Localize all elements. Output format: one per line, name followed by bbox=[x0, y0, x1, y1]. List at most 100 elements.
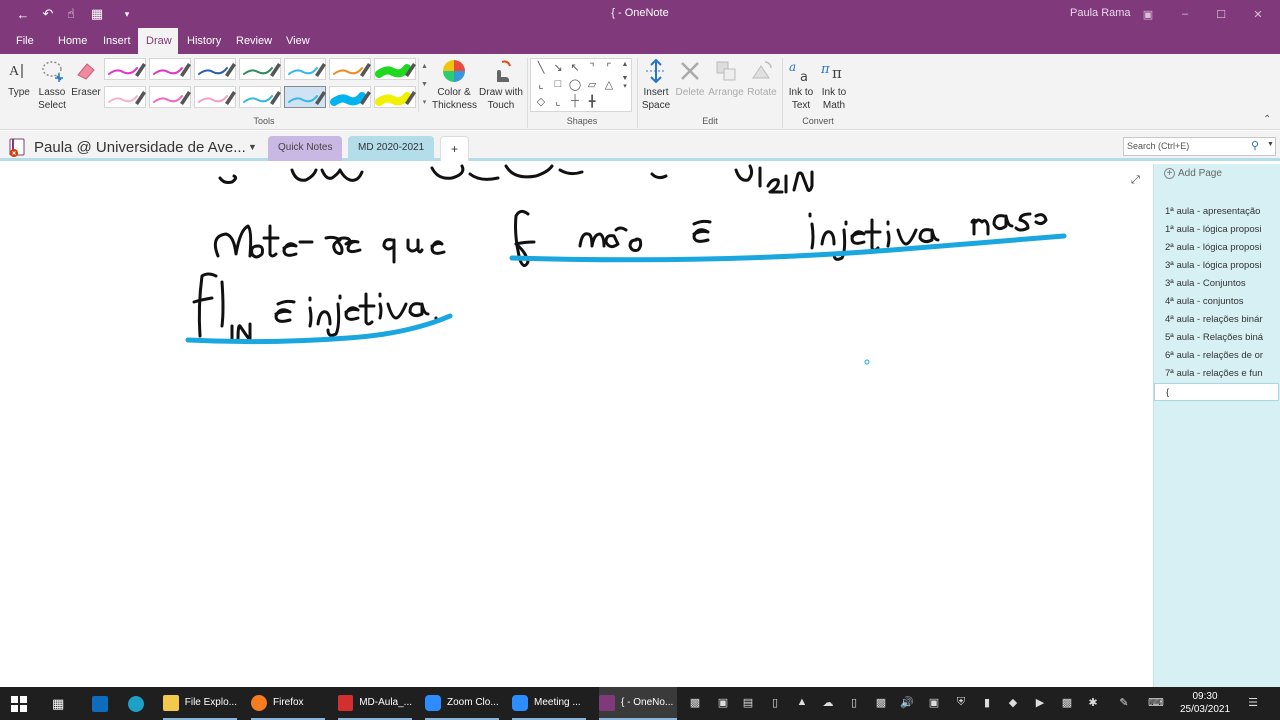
eraser-button[interactable]: Eraser bbox=[70, 58, 102, 99]
diamond-shape-icon[interactable]: ◇ bbox=[533, 95, 549, 108]
ellipse-shape-icon[interactable]: ◯ bbox=[567, 78, 583, 91]
rectangle-shape-icon[interactable]: □ bbox=[550, 78, 566, 90]
keyboard-icon[interactable]: ⌨ bbox=[1148, 696, 1164, 709]
page-list-item[interactable]: 6ª aula - relações de or bbox=[1154, 347, 1279, 365]
type-button[interactable]: A Type bbox=[5, 58, 33, 99]
page-canvas[interactable]: ⤢ bbox=[0, 164, 1153, 687]
page-list-item[interactable]: 7ª aula - relações e fun bbox=[1154, 365, 1279, 383]
taskbar-firefox[interactable]: Firefox bbox=[251, 687, 325, 720]
parallelogram-shape-icon[interactable]: ▱ bbox=[584, 78, 600, 91]
triangle-shape-icon[interactable]: △ bbox=[601, 78, 617, 91]
axis-shape-icon[interactable]: ⌜ bbox=[601, 61, 617, 74]
pen-swatch[interactable] bbox=[329, 58, 371, 80]
cloud-icon[interactable]: ☁ bbox=[821, 696, 835, 709]
graph-3d-shape-icon[interactable]: ╋ bbox=[584, 95, 600, 108]
page-list-item[interactable]: 2ª aula - lógica proposi bbox=[1154, 239, 1279, 257]
pen-swatch[interactable] bbox=[194, 58, 236, 80]
shapes-scroll-icon[interactable]: ▲ ▼ ▾ bbox=[617, 61, 633, 90]
pen-swatch[interactable] bbox=[239, 86, 281, 108]
tray-icon-4[interactable]: ▯ bbox=[768, 696, 782, 709]
insert-space-button[interactable]: Insert Space bbox=[640, 58, 672, 112]
shield-icon[interactable]: ⛨ bbox=[954, 696, 968, 709]
add-section-button[interactable]: + bbox=[440, 136, 470, 161]
color-thickness-button[interactable]: Color & Thickness bbox=[432, 58, 477, 112]
maximize-button[interactable]: ☐ bbox=[1209, 4, 1233, 24]
collapse-ribbon-icon[interactable]: ⌃ bbox=[1263, 114, 1271, 125]
pen-swatch[interactable] bbox=[104, 86, 146, 108]
notebook-dropdown-icon[interactable]: ▼ bbox=[248, 142, 257, 152]
corner-shape-icon[interactable]: ⌞ bbox=[533, 78, 549, 91]
tray-icon-3[interactable]: ▤ bbox=[741, 696, 755, 709]
pen-swatch[interactable] bbox=[284, 86, 326, 108]
taskbar-pdf[interactable]: MD-Aula_... bbox=[338, 687, 412, 720]
page-list-item[interactable]: 3ª aula - lógica proposi bbox=[1154, 257, 1279, 275]
pen-swatch[interactable] bbox=[239, 58, 281, 80]
pen-swatch[interactable] bbox=[104, 58, 146, 80]
tray-icon-8[interactable]: ▣ bbox=[927, 696, 941, 709]
rotate-button[interactable]: Rotate bbox=[746, 58, 778, 99]
taskbar-zoom-cloud[interactable]: Zoom Clo... bbox=[425, 687, 499, 720]
page-list-item[interactable]: 1ª aula - apresentação bbox=[1154, 203, 1279, 221]
taskbar-edge[interactable] bbox=[128, 687, 150, 720]
pen-swatch[interactable] bbox=[149, 86, 191, 108]
tray-icon-10[interactable]: ▶ bbox=[1033, 696, 1047, 709]
tab-insert[interactable]: Insert bbox=[95, 28, 139, 54]
tray-icon-11[interactable]: ▩ bbox=[1060, 696, 1074, 709]
pen-swatch[interactable] bbox=[374, 58, 416, 80]
task-view-icon[interactable]: ▦ bbox=[52, 687, 64, 720]
graph-axis-shape-icon[interactable]: ┼ bbox=[567, 95, 583, 107]
tab-draw[interactable]: Draw bbox=[138, 28, 178, 54]
tab-file[interactable]: File bbox=[8, 28, 42, 54]
close-button[interactable]: ✕ bbox=[1246, 4, 1270, 24]
double-arrow-shape-icon[interactable]: ↖ bbox=[567, 61, 583, 74]
battery-icon[interactable]: ▮ bbox=[980, 696, 994, 709]
page-list-item[interactable]: 4ª aula - conjuntos bbox=[1154, 293, 1279, 311]
elbow-shape-icon[interactable]: ⌝ bbox=[584, 61, 600, 74]
draw-with-touch-button[interactable]: Draw with Touch bbox=[478, 58, 524, 112]
ink-to-math-button[interactable]: ππ Ink to Math bbox=[819, 58, 849, 112]
page-list-item[interactable]: { bbox=[1154, 383, 1279, 401]
taskbar-clock[interactable]: 09:30 25/03/2021 bbox=[1170, 690, 1240, 716]
pen-gallery-scroll[interactable]: ▲ ▼ ▾ bbox=[418, 58, 430, 112]
user-name[interactable]: Paula Rama bbox=[1070, 7, 1131, 19]
arrow-shape-icon[interactable]: ↘ bbox=[550, 61, 566, 74]
page-list-item[interactable]: 3ª aula - Conjuntos bbox=[1154, 275, 1279, 293]
page-list-item[interactable]: 5ª aula - Relações biná bbox=[1154, 329, 1279, 347]
pen-workspace-icon[interactable]: ✎ bbox=[1117, 696, 1131, 709]
lasso-select-button[interactable]: Lasso Select bbox=[36, 58, 68, 112]
taskbar-onenote[interactable]: { - OneNo... bbox=[599, 687, 677, 720]
add-page-button[interactable]: + Add Page bbox=[1164, 168, 1222, 179]
taskbar-outlook[interactable] bbox=[92, 687, 114, 720]
tray-icon-5[interactable]: ▲ bbox=[795, 696, 809, 708]
tab-review[interactable]: Review bbox=[228, 28, 280, 54]
start-button[interactable] bbox=[11, 687, 27, 720]
tray-icon-9[interactable]: ◆ bbox=[1006, 696, 1020, 709]
arrange-button[interactable]: Arrange bbox=[706, 58, 746, 99]
search-scope-dropdown-icon[interactable]: ▼ bbox=[1267, 141, 1274, 148]
pen-swatch[interactable] bbox=[194, 86, 236, 108]
tray-icon-1[interactable]: ▩ bbox=[688, 696, 702, 709]
ribbon-display-options-icon[interactable]: ▣ bbox=[1136, 4, 1160, 24]
taskbar-zoom-meeting[interactable]: Meeting ... bbox=[512, 687, 586, 720]
minimize-button[interactable]: – bbox=[1173, 4, 1197, 24]
pen-swatch[interactable] bbox=[149, 58, 191, 80]
notebook-name[interactable]: Paula @ Universidade de Ave... bbox=[34, 139, 246, 156]
search-icon[interactable]: ⚲ bbox=[1251, 139, 1259, 152]
page-list-item[interactable]: 4ª aula - relações binár bbox=[1154, 311, 1279, 329]
tab-view[interactable]: View bbox=[278, 28, 318, 54]
tray-icon-usb[interactable]: ▯ bbox=[847, 696, 861, 709]
section-tab-quick-notes[interactable]: Quick Notes bbox=[268, 136, 343, 161]
tray-icon-7[interactable]: ▩ bbox=[874, 696, 888, 709]
pen-swatch[interactable] bbox=[374, 86, 416, 108]
delete-button[interactable]: Delete bbox=[674, 58, 706, 99]
tab-home[interactable]: Home bbox=[50, 28, 95, 54]
line-shape-icon[interactable]: ╲ bbox=[533, 61, 549, 74]
bluetooth-icon[interactable]: ✱ bbox=[1086, 696, 1100, 709]
tray-icon-2[interactable]: ▣ bbox=[716, 696, 730, 709]
pen-swatch[interactable] bbox=[329, 86, 371, 108]
graph-shape-icon[interactable]: ⌞ bbox=[550, 95, 566, 108]
full-page-view-icon[interactable]: ⤢ bbox=[1131, 174, 1140, 187]
page-list-item[interactable]: 1ª aula - lógica proposi bbox=[1154, 221, 1279, 239]
taskbar-file-explorer[interactable]: File Explo... bbox=[163, 687, 237, 720]
notebook-sync-error-icon[interactable] bbox=[8, 138, 28, 158]
